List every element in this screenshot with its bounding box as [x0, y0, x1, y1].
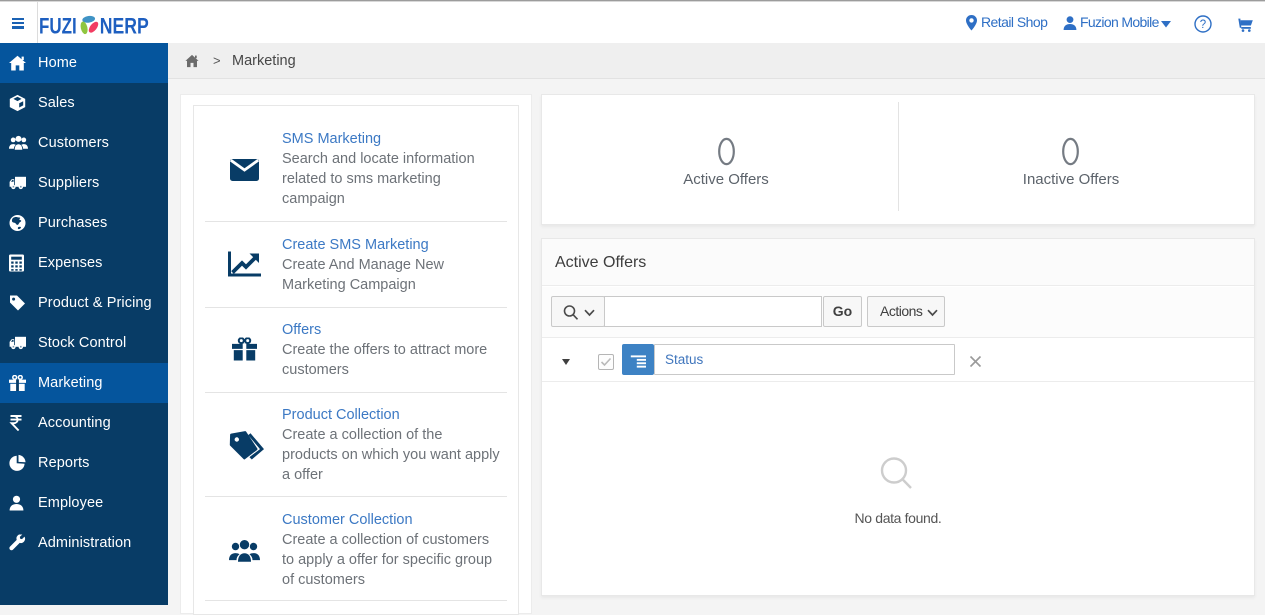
svg-text:FUZI: FUZI	[39, 14, 77, 39]
svg-text:?: ?	[1200, 19, 1206, 31]
svg-text:NERP: NERP	[100, 15, 149, 39]
